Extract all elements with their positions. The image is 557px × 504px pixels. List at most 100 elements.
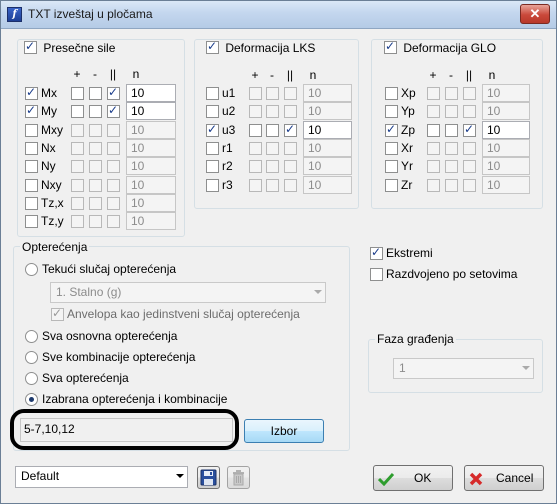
lks-row-checkbox[interactable]	[206, 178, 219, 192]
glo-abs-checkbox[interactable]	[463, 141, 476, 155]
glo-abs-checkbox[interactable]	[463, 105, 476, 119]
glo-row-checkbox[interactable]	[385, 141, 398, 155]
presecne-plus-checkbox[interactable]	[71, 178, 84, 192]
presecne-abs-checkbox[interactable]	[107, 123, 120, 137]
lks-abs-checkbox[interactable]	[284, 105, 297, 119]
tekuci-slucaj-combo[interactable]: 1. Stalno (g)	[50, 282, 326, 303]
presecne-plus-checkbox[interactable]	[71, 123, 84, 137]
glo-minus-checkbox[interactable]	[445, 178, 458, 192]
lks-n-input[interactable]: 10	[303, 157, 352, 176]
lks-minus-checkbox[interactable]	[266, 123, 279, 137]
presecne-n-input[interactable]: 10	[126, 102, 176, 121]
presecne-n-input[interactable]: 10	[126, 138, 176, 157]
delete-preset-button[interactable]	[227, 466, 250, 489]
presecne-sile-checkbox[interactable]	[24, 39, 37, 54]
presecne-minus-checkbox[interactable]	[89, 215, 102, 229]
presecne-minus-checkbox[interactable]	[89, 123, 102, 137]
presecne-n-input[interactable]: 10	[126, 193, 176, 212]
glo-abs-checkbox[interactable]	[463, 122, 476, 137]
presecne-n-input[interactable]: 10	[126, 120, 176, 139]
glo-plus-checkbox[interactable]	[427, 87, 440, 100]
lks-row-checkbox[interactable]	[206, 105, 219, 119]
anvelopa-checkbox[interactable]	[51, 306, 64, 321]
glo-plus-checkbox[interactable]	[427, 141, 440, 155]
glo-n-input[interactable]: 10	[482, 120, 530, 139]
presecne-n-input[interactable]: 10	[126, 212, 176, 231]
glo-abs-checkbox[interactable]	[463, 178, 476, 192]
presecne-row-checkbox[interactable]	[25, 103, 38, 119]
glo-n-input[interactable]: 10	[482, 138, 530, 157]
radio-kombinacije[interactable]	[25, 351, 38, 364]
radio-izabrana[interactable]	[25, 393, 38, 406]
deformacija-glo-checkbox[interactable]	[384, 39, 397, 54]
selection-field[interactable]: 5-7,10,12	[20, 418, 233, 442]
glo-n-input[interactable]: 10	[482, 157, 530, 176]
lks-minus-checkbox[interactable]	[266, 141, 279, 155]
lks-minus-checkbox[interactable]	[266, 178, 279, 192]
presecne-n-input[interactable]: 10	[126, 157, 176, 176]
glo-minus-checkbox[interactable]	[445, 141, 458, 155]
glo-abs-checkbox[interactable]	[463, 160, 476, 174]
presecne-plus-checkbox[interactable]	[71, 160, 84, 174]
glo-plus-checkbox[interactable]	[427, 178, 440, 192]
glo-plus-checkbox[interactable]	[427, 160, 440, 174]
glo-plus-checkbox[interactable]	[427, 123, 440, 137]
cancel-button[interactable]: Cancel	[464, 465, 544, 491]
presecne-abs-checkbox[interactable]	[107, 160, 120, 174]
presecne-plus-checkbox[interactable]	[71, 87, 84, 100]
glo-row-checkbox[interactable]	[385, 105, 398, 119]
lks-plus-checkbox[interactable]	[249, 178, 262, 192]
presecne-abs-checkbox[interactable]	[107, 103, 120, 119]
lks-n-input[interactable]: 10	[303, 175, 352, 194]
close-button[interactable]: ✕	[520, 4, 550, 24]
lks-plus-checkbox[interactable]	[249, 105, 262, 119]
presecne-abs-checkbox[interactable]	[107, 178, 120, 192]
presecne-row-checkbox[interactable]	[25, 178, 38, 192]
lks-minus-checkbox[interactable]	[266, 105, 279, 119]
glo-n-input[interactable]: 10	[482, 102, 530, 121]
izbor-button[interactable]: Izbor	[244, 419, 324, 443]
glo-plus-checkbox[interactable]	[427, 105, 440, 119]
presecne-abs-checkbox[interactable]	[107, 196, 120, 210]
lks-abs-checkbox[interactable]	[284, 160, 297, 174]
presecne-row-checkbox[interactable]	[25, 215, 38, 229]
lks-n-input[interactable]: 10	[303, 120, 352, 139]
lks-abs-checkbox[interactable]	[284, 122, 297, 137]
glo-row-checkbox[interactable]	[385, 160, 398, 174]
presecne-minus-checkbox[interactable]	[89, 178, 102, 192]
ok-button[interactable]: OK	[373, 465, 453, 491]
presecne-row-checkbox[interactable]	[25, 196, 38, 210]
presecne-row-checkbox[interactable]	[25, 141, 38, 155]
glo-minus-checkbox[interactable]	[445, 105, 458, 119]
title-bar[interactable]: f TXT izveštaj u pločama ✕	[1, 1, 556, 29]
presecne-plus-checkbox[interactable]	[71, 196, 84, 210]
radio-tekuci[interactable]	[25, 263, 38, 276]
presecne-minus-checkbox[interactable]	[89, 105, 102, 119]
presecne-n-input[interactable]: 10	[126, 175, 176, 194]
glo-n-input[interactable]: 10	[482, 84, 530, 102]
presecne-n-input[interactable]: 10	[126, 84, 176, 102]
presecne-abs-checkbox[interactable]	[107, 85, 120, 100]
presecne-abs-checkbox[interactable]	[107, 215, 120, 229]
deformacija-lks-checkbox[interactable]	[206, 39, 219, 54]
glo-minus-checkbox[interactable]	[445, 123, 458, 137]
radio-osnovna[interactable]	[25, 330, 38, 343]
lks-minus-checkbox[interactable]	[266, 87, 279, 100]
ekstremi-checkbox[interactable]	[370, 245, 383, 260]
glo-n-input[interactable]: 10	[482, 175, 530, 194]
glo-row-checkbox[interactable]	[385, 178, 398, 192]
lks-plus-checkbox[interactable]	[249, 123, 262, 137]
lks-row-checkbox[interactable]	[206, 87, 219, 100]
presecne-minus-checkbox[interactable]	[89, 160, 102, 174]
presecne-plus-checkbox[interactable]	[71, 105, 84, 119]
lks-plus-checkbox[interactable]	[249, 160, 262, 174]
presecne-minus-checkbox[interactable]	[89, 141, 102, 155]
lks-row-checkbox[interactable]	[206, 141, 219, 155]
razdvojeno-checkbox[interactable]	[370, 268, 383, 281]
lks-abs-checkbox[interactable]	[284, 178, 297, 192]
glo-abs-checkbox[interactable]	[463, 87, 476, 100]
presecne-minus-checkbox[interactable]	[89, 87, 102, 100]
presecne-row-checkbox[interactable]	[25, 85, 38, 100]
presecne-plus-checkbox[interactable]	[71, 215, 84, 229]
lks-plus-checkbox[interactable]	[249, 141, 262, 155]
